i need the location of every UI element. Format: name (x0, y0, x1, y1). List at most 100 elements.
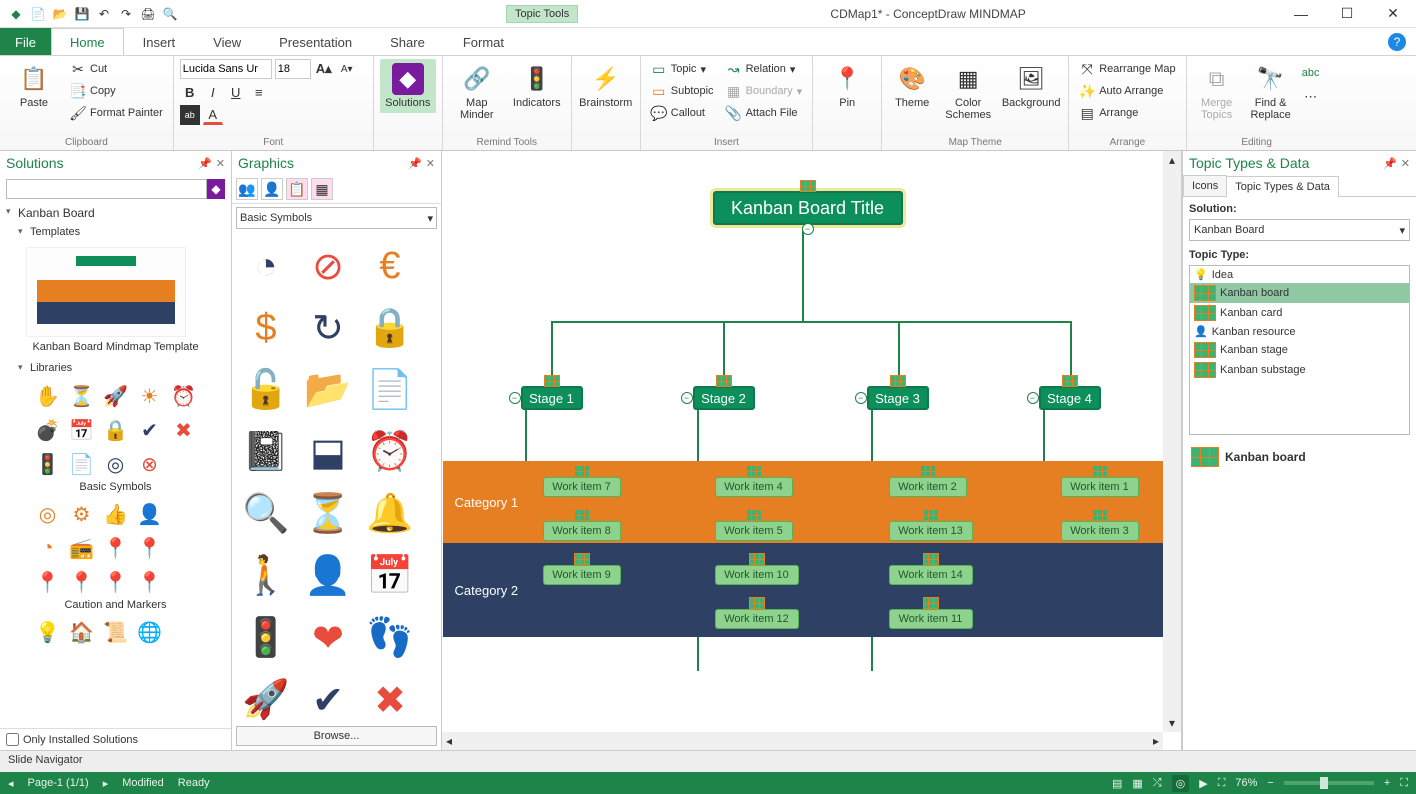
zoom-out[interactable]: − (1267, 777, 1273, 789)
node-stage-1[interactable]: Stage 1 (521, 386, 583, 410)
tab-share[interactable]: Share (371, 28, 444, 55)
qa-open[interactable]: 📂 (52, 6, 68, 22)
work-item[interactable]: Work item 11 (889, 609, 973, 629)
tab-presentation[interactable]: Presentation (260, 28, 371, 55)
symbol-item[interactable]: 🔍 (238, 486, 294, 542)
qa-preview[interactable]: 🔍 (162, 6, 178, 22)
type-kanban-stage[interactable]: Kanban stage (1190, 340, 1409, 360)
shrink-font-button[interactable]: A▾ (337, 59, 357, 79)
tab-home[interactable]: Home (51, 28, 124, 55)
symbol-item[interactable]: 📂 (300, 362, 356, 418)
insert-relation-button[interactable]: ↝Relation ▾ (722, 59, 807, 79)
work-item[interactable]: Work item 10 (715, 565, 799, 585)
symbol-item[interactable]: 🚦 (238, 610, 294, 666)
symbol-item[interactable]: ↻ (300, 300, 356, 356)
slide-navigator[interactable]: Slide Navigator (0, 750, 1416, 772)
type-kanban-card[interactable]: Kanban card (1190, 303, 1409, 323)
pin-button[interactable]: 📍Pin (819, 59, 875, 113)
collapse-handle[interactable]: − (681, 392, 693, 404)
symbol-item[interactable]: 👤 (300, 548, 356, 604)
graphics-library-select[interactable]: Basic Symbols▾ (236, 207, 437, 229)
grow-font-button[interactable]: A▴ (314, 59, 334, 79)
mindmap-canvas[interactable]: Kanban Board Title − Stage 1 − Stage 2 −… (442, 151, 1163, 732)
brainstorm-button[interactable]: ⚡Brainstorm (578, 59, 634, 113)
pin-icon[interactable]: 📌 (198, 157, 212, 170)
symbol-item[interactable]: 📅 (362, 548, 418, 604)
node-stage-4[interactable]: Stage 4 (1039, 386, 1101, 410)
work-item[interactable]: Work item 12 (715, 609, 799, 629)
node-title[interactable]: Kanban Board Title (713, 191, 903, 225)
view-btn-3[interactable]: ⤮ (1153, 777, 1162, 790)
maximize-button[interactable]: ☐ (1324, 0, 1370, 28)
symbol-item[interactable]: ❤ (300, 610, 356, 666)
h-scrollbar[interactable]: ◂▸ (442, 732, 1163, 750)
pin-icon[interactable]: 📌 (1383, 157, 1397, 170)
close-icon[interactable]: ✕ (216, 157, 225, 170)
symbol-item[interactable]: 📓 (238, 424, 294, 480)
gtb-1[interactable]: 👥 (236, 178, 258, 200)
type-kanban-resource[interactable]: 👤Kanban resource (1190, 323, 1409, 340)
symbol-item[interactable]: ◔ (238, 238, 294, 294)
lib-more-preview[interactable]: 💡🏠📜🌐 (0, 617, 231, 647)
tab-icons[interactable]: Icons (1183, 175, 1227, 196)
italic-button[interactable]: I (203, 82, 223, 102)
symbol-item[interactable]: 📄 (362, 362, 418, 418)
theme-button[interactable]: 🎨Theme (888, 59, 936, 113)
paste-button[interactable]: 📋Paste (6, 59, 62, 113)
close-icon[interactable]: ✕ (426, 157, 435, 170)
work-item[interactable]: Work item 9 (543, 565, 621, 585)
solutions-button[interactable]: ◆Solutions (380, 59, 436, 113)
zoom-in[interactable]: + (1384, 777, 1390, 789)
node-stage-3[interactable]: Stage 3 (867, 386, 929, 410)
help-icon[interactable]: ? (1388, 33, 1406, 51)
browse-button[interactable]: Browse... (236, 726, 437, 746)
symbol-item[interactable]: 👣 (362, 610, 418, 666)
qa-save[interactable]: 💾 (74, 6, 90, 22)
work-item[interactable]: Work item 2 (889, 477, 967, 497)
gtb-4[interactable]: ▦ (311, 178, 333, 200)
spellcheck-button[interactable]: abc (1301, 63, 1321, 83)
insert-topic-button[interactable]: ▭Topic ▾ (647, 59, 718, 79)
work-item[interactable]: Work item 14 (889, 565, 973, 585)
collapse-handle[interactable]: − (509, 392, 521, 404)
edit-more-button[interactable]: ⋯ (1301, 87, 1321, 107)
tree-templates[interactable]: Templates (0, 223, 231, 241)
symbol-item[interactable]: 🚀 (238, 672, 294, 722)
qa-undo[interactable]: ↶ (96, 6, 112, 22)
qa-print[interactable]: 🖨 (140, 6, 156, 22)
nav-prev[interactable]: ◂ (8, 777, 14, 790)
symbol-item[interactable]: 🔒 (362, 300, 418, 356)
bold-button[interactable]: B (180, 82, 200, 102)
tab-file[interactable]: File (0, 28, 51, 55)
map-minder-button[interactable]: 🔗Map Minder (449, 59, 505, 125)
cut-button[interactable]: ✂Cut (66, 59, 167, 79)
underline-button[interactable]: U (226, 82, 246, 102)
copy-button[interactable]: 📑Copy (66, 81, 167, 101)
close-button[interactable]: ✕ (1370, 0, 1416, 28)
lib-basic-preview[interactable]: ✋⏳🚀☀⏰ 💣📅🔒✔✖ 🚦📄◎⊗ (0, 381, 231, 479)
node-stage-2[interactable]: Stage 2 (693, 386, 755, 410)
minimize-button[interactable]: — (1278, 0, 1324, 28)
symbol-item[interactable]: 🔓 (238, 362, 294, 418)
rearrange-button[interactable]: ⤧Rearrange Map (1075, 59, 1179, 79)
symbol-item[interactable]: ⬓ (300, 424, 356, 480)
zoom-slider[interactable] (1284, 781, 1374, 785)
insert-boundary-button[interactable]: ▦Boundary ▾ (722, 81, 807, 101)
work-item[interactable]: Work item 3 (1061, 521, 1139, 541)
fit-button[interactable]: ⛶ (1218, 777, 1226, 790)
work-item[interactable]: Work item 8 (543, 521, 621, 541)
play-button[interactable]: ▶ (1199, 777, 1207, 790)
solution-select[interactable]: Kanban Board▾ (1189, 219, 1410, 241)
insert-subtopic-button[interactable]: ▭Subtopic (647, 81, 718, 101)
color-schemes-button[interactable]: ▦Color Schemes (940, 59, 996, 125)
gtb-3[interactable]: 📋 (286, 178, 308, 200)
work-item[interactable]: Work item 5 (715, 521, 793, 541)
symbol-item[interactable]: $ (238, 300, 294, 356)
tree-kanban-board[interactable]: Kanban Board (0, 203, 231, 223)
v-scrollbar[interactable]: ▴▾ (1163, 151, 1181, 732)
symbol-item[interactable]: 🚶 (238, 548, 294, 604)
view-btn-1[interactable]: ▤ (1112, 777, 1122, 790)
find-replace-button[interactable]: 🔭Find & Replace (1245, 59, 1297, 125)
type-kanban-substage[interactable]: Kanban substage (1190, 360, 1409, 380)
attach-file-button[interactable]: 📎Attach File (722, 103, 807, 123)
